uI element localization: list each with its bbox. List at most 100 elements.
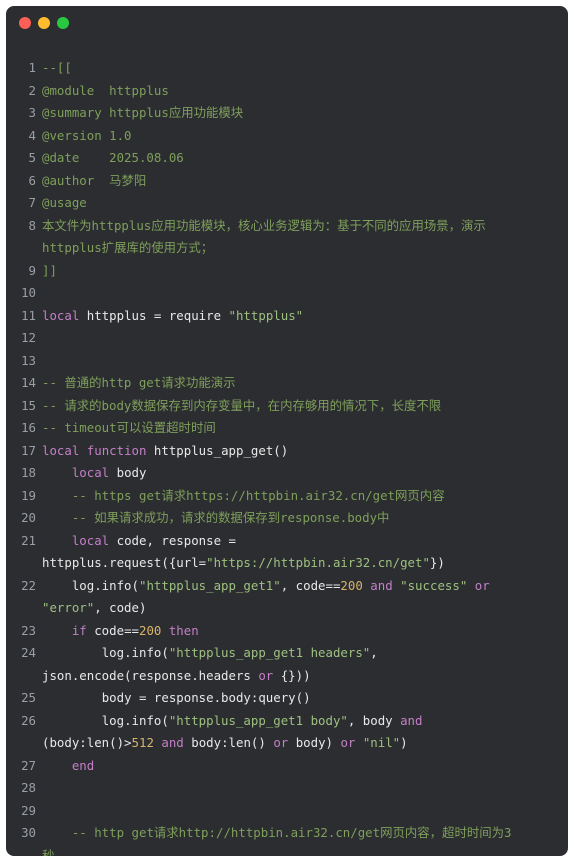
window-titlebar <box>6 6 568 38</box>
code-line: 2 @module httpplus <box>6 80 568 103</box>
line-number: 27 <box>21 757 36 773</box>
code-token: @date 2025.08.06 <box>42 150 184 165</box>
line-number: 6 <box>28 172 36 188</box>
code-line: 30 -- http get请求http://httpbin.air32.cn/… <box>6 822 568 845</box>
code-text: 秒 <box>42 845 568 856</box>
minimize-dot-icon[interactable] <box>38 17 50 29</box>
code-line: 19 -- https get请求https://httpbin.air32.c… <box>6 485 568 508</box>
code-token: body = response.body:query() <box>42 690 311 705</box>
code-line: 1 --[[ <box>6 57 568 80</box>
code-text: -- 如果请求成功，请求的数据保存到response.body中 <box>42 507 568 530</box>
code-token: , code== <box>280 577 341 593</box>
code-text: @module httpplus <box>42 80 568 103</box>
code-block: 1 --[[2 @module httpplus 3 @summary httpplus… <box>6 57 568 856</box>
code-token: or <box>258 667 274 683</box>
code-token: end <box>71 757 95 773</box>
code-line: 21 local code, response = <box>6 530 568 553</box>
code-text: 本文件为httpplus应用功能模块，核心业务逻辑为：基于不同的应用场景，演示 <box>42 215 568 238</box>
line-number: 19 <box>21 487 36 503</box>
code-token: body) <box>288 735 341 750</box>
code-line: 14 -- 普通的http get请求功能演示 <box>6 372 568 395</box>
code-token: body <box>109 465 147 480</box>
code-token: 200 <box>138 622 162 638</box>
code-token: -- 普通的http get请求功能演示 <box>42 375 236 390</box>
line-number: 21 <box>21 532 36 548</box>
code-token: "success" <box>400 577 468 593</box>
line-number: 3 <box>28 105 36 120</box>
code-line: 25 body = response.body:query() <box>6 687 568 710</box>
code-line: 11 local httpplus = require "httpplus" <box>6 305 568 328</box>
code-line: 17 local function httpplus_app_get() <box>6 440 568 463</box>
line-number: 24 <box>21 645 36 660</box>
code-line: 18 local body <box>6 462 568 485</box>
code-token: "error" <box>42 600 95 615</box>
code-token: httpplus扩展库的使用方式； <box>42 240 214 255</box>
zoom-dot-icon[interactable] <box>57 17 69 29</box>
code-text: json.encode(response.headers or {})) <box>42 665 568 688</box>
code-text: httpplus扩展库的使用方式； <box>42 237 568 260</box>
code-text: -- 请求的body数据保存到内存变量中，在内存够用的情况下，长度不限 <box>42 395 568 418</box>
code-text: -- 普通的http get请求功能演示 <box>42 372 568 395</box>
code-token: or <box>474 577 490 593</box>
code-token: @version 1.0 <box>42 127 132 143</box>
code-text: @summary httpplus应用功能模块 <box>42 102 568 125</box>
code-token: local <box>71 465 110 480</box>
code-text: httpplus.request({url="https://httpbin.a… <box>42 552 568 575</box>
code-line: 9]] <box>6 260 568 283</box>
code-text: local body <box>42 462 568 485</box>
code-line: 12 <box>6 327 568 350</box>
code-text: log.info("httpplus_app_get1", code==200 … <box>42 575 568 598</box>
code-line: 6 @author 马梦阳 <box>6 170 568 193</box>
line-number: 29 <box>21 802 36 818</box>
line-number: 9 <box>28 262 36 278</box>
code-text: @version 1.0 <box>42 125 568 148</box>
code-text: (body:len()>512 and body:len() or body) … <box>42 732 568 755</box>
code-line: httpplus扩展库的使用方式； <box>6 237 568 260</box>
code-token: @author 马梦阳 <box>42 172 147 188</box>
code-text: log.info("httpplus_app_get1 headers", <box>42 642 568 665</box>
code-text: log.info("httpplus_app_get1 body", body … <box>42 710 568 733</box>
code-token: httpplus_app_get() <box>146 442 289 458</box>
code-line: (body:len()>512 and body:len() or body) … <box>6 732 568 755</box>
code-token: function <box>86 442 147 458</box>
code-token: 200 <box>340 577 363 593</box>
code-line: 28 <box>6 777 568 800</box>
code-text: local code, response = <box>42 530 568 553</box>
code-token: -- 如果请求成功，请求的数据保存到response.body中 <box>42 510 390 525</box>
code-text: --[[ <box>42 57 568 80</box>
code-line: 7 @usage <box>6 192 568 215</box>
code-token: ) <box>400 735 408 750</box>
code-token: log.info( <box>42 712 169 728</box>
code-token: -- https get请求https://httpbin.air32.cn/g… <box>42 487 445 503</box>
code-token: or <box>340 735 356 750</box>
code-token: 秒 <box>42 847 55 856</box>
line-number: 14 <box>21 375 36 390</box>
code-token: @summary httpplus应用功能模块 <box>42 105 244 120</box>
line-number: 26 <box>21 712 36 728</box>
line-number: 23 <box>21 622 36 638</box>
code-line: 4 @version 1.0 <box>6 125 568 148</box>
code-window: 1 --[[2 @module httpplus 3 @summary httpplus… <box>6 6 568 856</box>
code-token: body:len() <box>183 735 274 750</box>
line-number: 8 <box>28 217 36 233</box>
code-token: local <box>42 442 80 458</box>
code-token: and <box>161 735 184 750</box>
code-text: -- timeout可以设置超时时间 <box>42 417 568 440</box>
code-text: local httpplus = require "httpplus" <box>42 305 568 328</box>
code-line: httpplus.request({url="https://httpbin.a… <box>6 552 568 575</box>
line-number: 5 <box>28 150 36 165</box>
code-line: 27 end <box>6 755 568 778</box>
code-text: -- http get请求http://httpbin.air32.cn/get… <box>42 822 568 845</box>
code-text: local function httpplus_app_get() <box>42 440 568 463</box>
code-token: and <box>400 712 423 728</box>
line-number: 28 <box>21 780 36 795</box>
close-dot-icon[interactable] <box>19 17 31 29</box>
code-line: 24 log.info("httpplus_app_get1 headers", <box>6 642 568 665</box>
line-number: 30 <box>21 825 36 840</box>
line-number: 15 <box>21 397 36 413</box>
